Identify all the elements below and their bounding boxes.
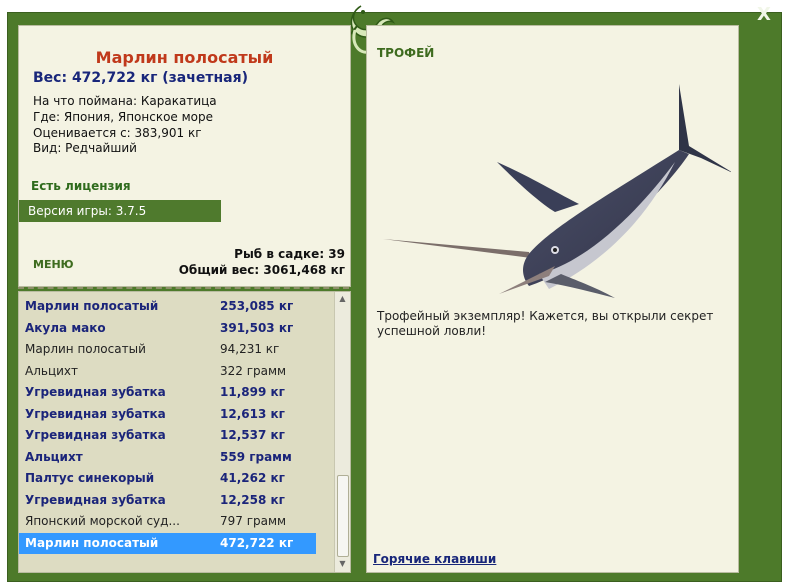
marlin-image-icon: [383, 84, 731, 298]
list-item-weight: 12,258 кг: [220, 492, 285, 507]
list-item-name: Марлин полосатый: [25, 535, 159, 550]
close-button[interactable]: X: [753, 4, 775, 26]
list-item-name: Альцихт: [25, 449, 83, 464]
list-item-name: Угревидная зубатка: [25, 492, 166, 507]
list-item[interactable]: Альцихт 322 грамм: [19, 361, 316, 382]
keep-total-weight: Общий вес: 3061,468 кг: [178, 263, 345, 277]
list-item[interactable]: Марлин полосатый 253,085 кг: [19, 296, 316, 317]
list-item-name: Марлин полосатый: [25, 342, 146, 356]
list-item[interactable]: Марлин полосатый 472,722 кг: [19, 532, 316, 554]
list-item-weight: 12,537 кг: [220, 428, 285, 442]
list-item-name: Угревидная зубатка: [25, 428, 166, 442]
fish-info-panel: Марлин полосатый Вес: 472,722 кг (зачетн…: [18, 25, 351, 287]
list-item[interactable]: Угревидная зубатка 11,899 кг: [19, 382, 316, 403]
list-item[interactable]: Угревидная зубатка 12,613 кг: [19, 404, 316, 425]
scroll-thumb[interactable]: [337, 475, 349, 557]
list-item[interactable]: Японский морской суд... 797 грамм: [19, 511, 316, 532]
list-item-weight: 12,613 кг: [220, 406, 285, 421]
list-item-name: Акула мако: [25, 320, 106, 335]
list-item-weight: 472,722 кг: [220, 535, 294, 550]
list-item-name: Альцихт: [25, 363, 79, 378]
menu-button[interactable]: МЕНЮ: [33, 258, 74, 271]
list-item[interactable]: Марлин полосатый 94,231 кг: [19, 339, 316, 360]
list-item-weight: 94,231 кг: [220, 342, 280, 356]
list-item-weight: 391,503 кг: [220, 320, 294, 335]
trophy-panel: ТРОФЕЙ Трофейный экземпляр! Кажется, вы …: [366, 25, 739, 573]
list-item-weight: 322 грамм: [220, 363, 287, 378]
list-item-name: Марлин полосатый: [25, 299, 159, 313]
valued-from-info: Оценивается с: 383,901 кг: [33, 126, 202, 140]
bait-info: На что поймана: Каракатица: [33, 94, 217, 108]
list-item-name: Угревидная зубатка: [25, 385, 166, 399]
scroll-down-icon[interactable]: ▼: [335, 557, 350, 571]
list-item[interactable]: Угревидная зубатка 12,537 кг: [19, 425, 316, 446]
list-item-weight: 41,262 кг: [220, 471, 285, 485]
location-info: Где: Япония, Японское море: [33, 110, 214, 124]
list-item-weight: 11,899 кг: [220, 385, 285, 399]
list-scrollbar[interactable]: ▲ ▼: [334, 292, 350, 572]
list-item[interactable]: Угревидная зубатка 12,258 кг: [19, 490, 316, 511]
game-version-bar: Версия игры: 3.7.5: [19, 200, 221, 222]
list-item-name: Палтус синекорый: [25, 471, 155, 485]
list-item-weight: 797 грамм: [220, 514, 287, 528]
divider: [18, 287, 349, 289]
list-item-weight: 559 грамм: [220, 449, 292, 464]
catch-list: Марлин полосатый 253,085 кг Акула мако 391,…: [18, 291, 351, 573]
list-item[interactable]: Палтус синекорый 41,262 кг: [19, 468, 316, 489]
fish-name-title: Марлин полосатый: [95, 48, 274, 67]
hotkeys-link[interactable]: Горячие клавиши: [373, 552, 496, 566]
trophy-message: Трофейный экземпляр! Кажется, вы открыли…: [377, 309, 714, 338]
list-item[interactable]: Акула мако 391,503 кг: [19, 318, 316, 339]
list-item[interactable]: Альцихт 559 грамм: [19, 447, 316, 468]
species-info: Вид: Редчайший: [33, 141, 137, 155]
fish-weight: Вес: 472,722 кг (зачетная): [33, 70, 248, 86]
scroll-up-icon[interactable]: ▲: [335, 292, 350, 306]
list-item-name: Японский морской суд...: [25, 514, 180, 528]
list-item-weight: 253,085 кг: [220, 299, 294, 313]
list-item-name: Угревидная зубатка: [25, 406, 166, 421]
keep-count: Рыб в садке: 39: [234, 247, 345, 261]
keep-stats: Рыб в садке: 39 Общий вес: 3061,468 кг: [179, 246, 345, 278]
license-status: Есть лицензия: [31, 179, 131, 193]
